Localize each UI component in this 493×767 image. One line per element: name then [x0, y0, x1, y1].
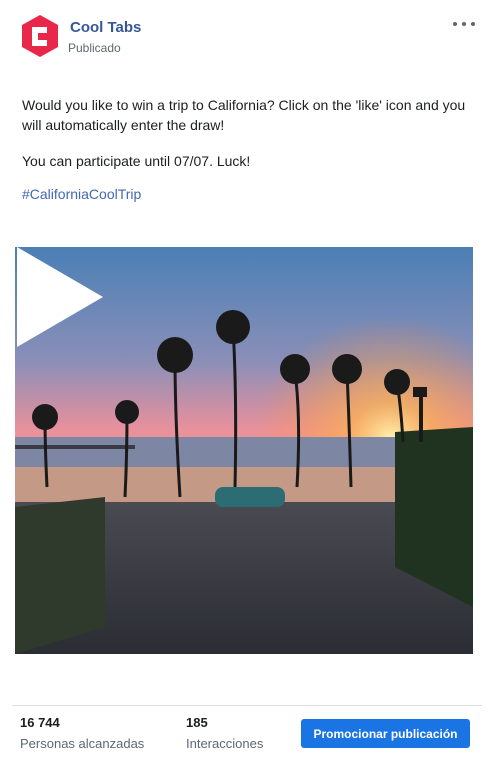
post-text: Would you like to win a trip to Californ…	[22, 95, 472, 171]
footer-divider	[12, 705, 482, 706]
hashtag-link[interactable]: #CaliforniaCoolTrip	[22, 186, 141, 202]
more-options-icon[interactable]	[453, 14, 475, 34]
post-header: Cool Tabs Publicado	[0, 0, 493, 70]
interactions-label: Interacciones	[186, 736, 264, 751]
reach-stat: 16 744 Personas alcanzadas	[20, 715, 144, 751]
interactions-value: 185	[186, 715, 208, 730]
page-name[interactable]: Cool Tabs	[70, 19, 141, 36]
post-status: Publicado	[68, 41, 121, 55]
reach-label: Personas alcanzadas	[20, 736, 145, 751]
play-icon[interactable]	[15, 247, 105, 347]
promote-post-button[interactable]: Promocionar publicación	[301, 719, 470, 748]
post-text-line: You can participate until 07/07. Luck!	[22, 153, 251, 169]
reach-value: 16 744	[20, 715, 60, 730]
interactions-stat: 185 Interacciones	[186, 715, 263, 751]
cool-tabs-logo-icon[interactable]	[20, 14, 60, 58]
post-text-line: Would you like to win a trip to Californ…	[22, 97, 466, 133]
video-player[interactable]	[15, 247, 473, 654]
